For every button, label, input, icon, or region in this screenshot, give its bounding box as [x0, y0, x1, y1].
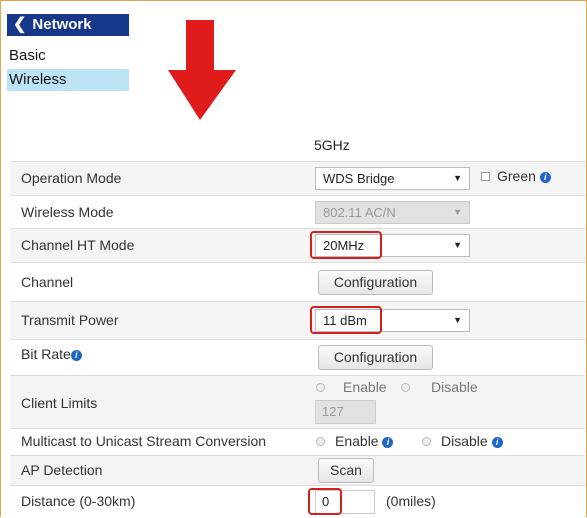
bit-rate-label: Bit Rate i — [21, 346, 82, 362]
caret-down-icon: ▼ — [453, 173, 462, 183]
caret-down-icon: ▼ — [453, 315, 462, 325]
transmit-power-label: Transmit Power — [21, 312, 119, 328]
row-transmit-power: Transmit Power 11 dBm ▼ — [10, 301, 585, 339]
row-multicast: Multicast to Unicast Stream Conversion E… — [10, 428, 585, 455]
green-checkbox[interactable] — [481, 172, 490, 181]
down-arrow-icon — [168, 20, 236, 120]
client-limits-enable-radio[interactable] — [316, 383, 325, 392]
multicast-disable-label: Disable i — [441, 433, 503, 449]
row-ap-detection: AP Detection Scan — [10, 455, 585, 485]
row-client-limits: Client Limits Enable Disable 127 — [10, 375, 585, 428]
row-channel-ht-mode: Channel HT Mode 20MHz ▼ — [10, 228, 585, 262]
green-label: Green i — [497, 168, 551, 184]
chevron-left-icon: ❮ — [13, 16, 27, 33]
row-operation-mode: Operation Mode WDS Bridge ▼ Green i — [10, 161, 585, 195]
info-icon[interactable]: i — [382, 437, 394, 448]
info-icon[interactable]: i — [70, 350, 82, 361]
wireless-mode-select: 802.11 AC/N ▼ — [315, 201, 470, 224]
info-icon[interactable]: i — [539, 172, 551, 183]
operation-mode-select[interactable]: WDS Bridge ▼ — [315, 167, 470, 190]
distance-label: Distance (0-30km) — [21, 493, 136, 509]
operation-mode-value: WDS Bridge — [323, 171, 395, 186]
nav-item-wireless[interactable]: Wireless — [7, 69, 129, 91]
wireless-mode-label: Wireless Mode — [21, 204, 114, 220]
multicast-enable-label: Enable i — [335, 433, 394, 449]
row-channel: Channel Configuration — [10, 262, 585, 301]
caret-down-icon: ▼ — [453, 207, 462, 217]
highlight-box — [308, 488, 342, 515]
scan-button[interactable]: Scan — [318, 458, 374, 483]
client-limits-disable-radio[interactable] — [401, 383, 410, 392]
row-wireless-mode: Wireless Mode 802.11 AC/N ▼ — [10, 195, 585, 228]
client-limits-enable-label: Enable — [343, 379, 387, 395]
client-limits-label: Client Limits — [21, 395, 98, 411]
wireless-mode-value: 802.11 AC/N — [323, 205, 396, 220]
multicast-enable-radio[interactable] — [316, 437, 325, 446]
row-bit-rate: Bit Rate i Configuration — [10, 339, 585, 375]
nav-network-header[interactable]: ❮ Network — [7, 14, 129, 36]
highlight-box — [310, 306, 382, 334]
distance-miles-label: (0miles) — [386, 493, 436, 509]
client-limits-input: 127 — [315, 400, 376, 424]
multicast-label: Multicast to Unicast Stream Conversion — [21, 433, 267, 449]
row-distance: Distance (0-30km) 0 (0miles) — [10, 485, 585, 516]
channel-configuration-button[interactable]: Configuration — [318, 270, 433, 295]
nav-title-label: Network — [32, 16, 92, 33]
channel-label: Channel — [21, 274, 74, 290]
multicast-disable-radio[interactable] — [422, 437, 431, 446]
highlight-box — [310, 231, 382, 259]
ap-detection-label: AP Detection — [21, 462, 103, 478]
operation-mode-label: Operation Mode — [21, 170, 122, 186]
band-label: 5GHz — [314, 137, 350, 153]
caret-down-icon: ▼ — [453, 240, 462, 250]
info-icon[interactable]: i — [491, 437, 503, 448]
client-limits-disable-label: Disable — [431, 379, 478, 395]
channel-ht-mode-label: Channel HT Mode — [21, 237, 135, 253]
nav-item-basic[interactable]: Basic — [7, 45, 129, 67]
bit-rate-configuration-button[interactable]: Configuration — [318, 345, 433, 370]
